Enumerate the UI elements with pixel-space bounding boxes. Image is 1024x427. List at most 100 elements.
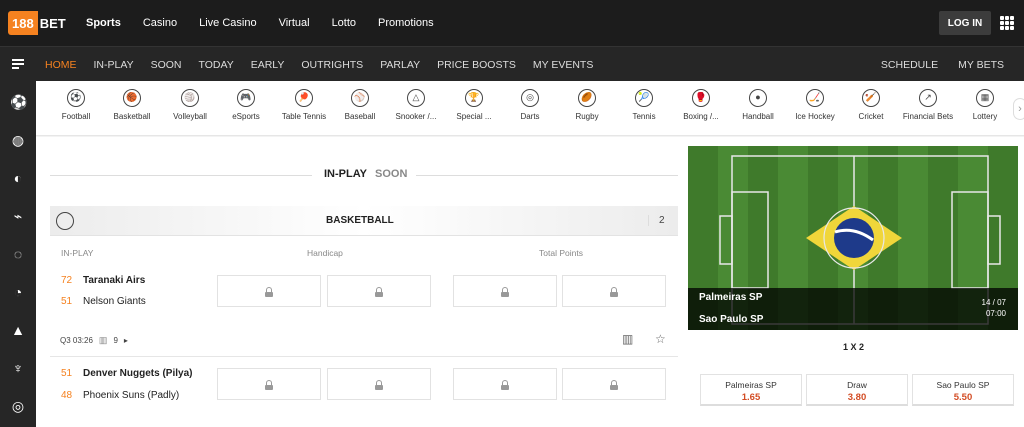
caret-right-icon: ▸ bbox=[123, 336, 128, 345]
sport-label: Financial Bets bbox=[902, 112, 954, 121]
odds-button-home[interactable]: Palmeiras SP 1.65 bbox=[700, 374, 802, 406]
odds-name: Draw bbox=[847, 380, 867, 390]
home-team[interactable]: Taranaki Airs bbox=[83, 275, 145, 286]
nav-promotions[interactable]: Promotions bbox=[378, 17, 434, 29]
table-tennis-icon: 🏓 bbox=[295, 89, 313, 107]
home-score: 72 bbox=[61, 275, 73, 286]
sport-baseball[interactable]: ⚾ Baseball bbox=[332, 89, 388, 121]
nav-casino[interactable]: Casino bbox=[143, 17, 177, 29]
nav-virtual[interactable]: Virtual bbox=[279, 17, 310, 29]
lottery-icon: ▦ bbox=[976, 89, 994, 107]
basketball-icon: 🏀 bbox=[123, 89, 141, 107]
lock-icon bbox=[375, 380, 383, 390]
snooker-icon[interactable]: ▲ bbox=[10, 322, 26, 338]
section-count: 2 bbox=[648, 215, 665, 226]
nav-live-casino[interactable]: Live Casino bbox=[199, 17, 256, 29]
baseball-icon: ⚾ bbox=[351, 89, 369, 107]
odds-cell[interactable] bbox=[562, 368, 666, 400]
sport-cricket[interactable]: 🏏 Cricket bbox=[843, 89, 899, 121]
away-score: 51 bbox=[61, 296, 73, 307]
sport-volleyball[interactable]: 🏐 Volleyball bbox=[162, 89, 218, 121]
brand-logo[interactable]: 188 BET bbox=[8, 10, 66, 36]
sport-label: Boxing /... bbox=[683, 112, 719, 121]
star-icon[interactable]: ☆ bbox=[655, 332, 666, 346]
featured-match-card[interactable]: Palmeiras SP Sao Paulo SP 14 / 07 07:00 bbox=[688, 146, 1018, 330]
nav-sports[interactable]: Sports bbox=[86, 17, 121, 29]
subnav-parlay[interactable]: PARLAY bbox=[380, 59, 420, 71]
subnav-outrights[interactable]: OUTRIGHTS bbox=[301, 59, 363, 71]
baseball-icon[interactable]: ◔ bbox=[10, 284, 26, 300]
odds-cell[interactable] bbox=[453, 275, 557, 307]
home-team[interactable]: Denver Nuggets (Pilya) bbox=[83, 368, 192, 379]
home-score: 51 bbox=[61, 368, 73, 379]
odds-cell[interactable] bbox=[217, 368, 321, 400]
section-title: BASKETBALL bbox=[326, 215, 394, 226]
volleyball-icon[interactable]: ◐ bbox=[10, 170, 26, 186]
lock-icon bbox=[265, 287, 273, 297]
sport-label: eSports bbox=[232, 112, 260, 121]
sport-rugby[interactable]: 🏉 Rugby bbox=[559, 89, 615, 121]
basketball-icon[interactable]: ◍ bbox=[10, 132, 26, 148]
logo-suffix: BET bbox=[39, 15, 66, 31]
sport-basketball[interactable]: 🏀 Basketball bbox=[104, 89, 160, 121]
sport-label: Snooker /... bbox=[395, 112, 437, 121]
subnav-soon[interactable]: SOON bbox=[151, 59, 182, 71]
trophy-icon[interactable]: ♆ bbox=[10, 360, 26, 376]
nav-lotto[interactable]: Lotto bbox=[332, 17, 356, 29]
featured-home-team: Palmeiras SP bbox=[699, 292, 763, 303]
sport-snooker[interactable]: △ Snooker /... bbox=[388, 89, 444, 121]
hamburger-menu-icon[interactable] bbox=[12, 59, 24, 71]
odds-cell[interactable] bbox=[217, 275, 321, 307]
subnav-my-events[interactable]: MY EVENTS bbox=[533, 59, 594, 71]
sport-special[interactable]: 🏆 Special ... bbox=[446, 89, 502, 121]
away-team[interactable]: Phoenix Suns (Padly) bbox=[83, 390, 179, 401]
football-icon[interactable]: ⚽ bbox=[10, 94, 27, 110]
odds-button-away[interactable]: Sao Paulo SP 5.50 bbox=[912, 374, 1014, 406]
subnav-early[interactable]: EARLY bbox=[251, 59, 285, 71]
odds-cell[interactable] bbox=[327, 368, 431, 400]
logo-badge: 188 bbox=[8, 11, 38, 35]
away-team[interactable]: Nelson Giants bbox=[83, 296, 146, 307]
snooker-icon: △ bbox=[407, 89, 425, 107]
sport-esports[interactable]: 🎮 eSports bbox=[218, 89, 274, 121]
subnav-price-boosts[interactable]: PRICE BOOSTS bbox=[437, 59, 516, 71]
stats-icon[interactable]: ▥ bbox=[622, 332, 633, 346]
odds-button-draw[interactable]: Draw 3.80 bbox=[806, 374, 908, 406]
toggle-soon[interactable]: SOON bbox=[375, 168, 407, 180]
sport-label: Tennis bbox=[632, 112, 656, 121]
sport-label: Cricket bbox=[858, 112, 884, 121]
toggle-in-play[interactable]: IN-PLAY bbox=[324, 168, 367, 180]
subnav-home[interactable]: HOME bbox=[45, 59, 77, 71]
odds-cell[interactable] bbox=[562, 275, 666, 307]
darts-icon: ◎ bbox=[521, 89, 539, 107]
more-markets-link[interactable]: 9 bbox=[113, 336, 117, 345]
subnav-in-play[interactable]: IN-PLAY bbox=[94, 59, 134, 71]
subnav-my-bets[interactable]: MY BETS bbox=[958, 59, 1004, 71]
section-header[interactable]: BASKETBALL 2 bbox=[50, 206, 678, 236]
sport-lottery[interactable]: ▦ Lottery bbox=[957, 89, 1013, 121]
subnav-schedule[interactable]: SCHEDULE bbox=[881, 59, 938, 71]
odds-name: Palmeiras SP bbox=[725, 380, 777, 390]
top-bar: 188 BET Sports Casino Live Casino Virtua… bbox=[0, 0, 1024, 46]
sport-handball[interactable]: ● Handball bbox=[730, 89, 786, 121]
sub-nav-right: SCHEDULE MY BETS bbox=[861, 47, 1004, 82]
basketball-icon bbox=[56, 212, 74, 230]
sport-tennis[interactable]: 🎾 Tennis bbox=[616, 89, 672, 121]
login-button[interactable]: LOG IN bbox=[939, 11, 991, 35]
darts-icon[interactable]: ◎ bbox=[10, 398, 26, 414]
table-tennis-icon[interactable]: ◌ bbox=[10, 246, 26, 262]
sport-table-tennis[interactable]: 🏓 Table Tennis bbox=[276, 89, 332, 121]
sport-boxing[interactable]: 🥊 Boxing /... bbox=[673, 89, 729, 121]
esports-icon[interactable]: ⌁ bbox=[10, 208, 26, 224]
odds-cell[interactable] bbox=[327, 275, 431, 307]
sport-financial-bets[interactable]: ↗ Financial Bets bbox=[900, 89, 956, 121]
chevron-right-icon[interactable]: › bbox=[1013, 98, 1024, 120]
odds-cell[interactable] bbox=[453, 368, 557, 400]
subnav-today[interactable]: TODAY bbox=[199, 59, 234, 71]
apps-grid-icon[interactable] bbox=[1000, 16, 1014, 30]
sport-football[interactable]: ⚽ Football bbox=[48, 89, 104, 121]
lock-icon bbox=[610, 380, 618, 390]
lock-icon bbox=[501, 287, 509, 297]
sport-ice-hockey[interactable]: 🏒 Ice Hockey bbox=[787, 89, 843, 121]
sport-darts[interactable]: ◎ Darts bbox=[502, 89, 558, 121]
